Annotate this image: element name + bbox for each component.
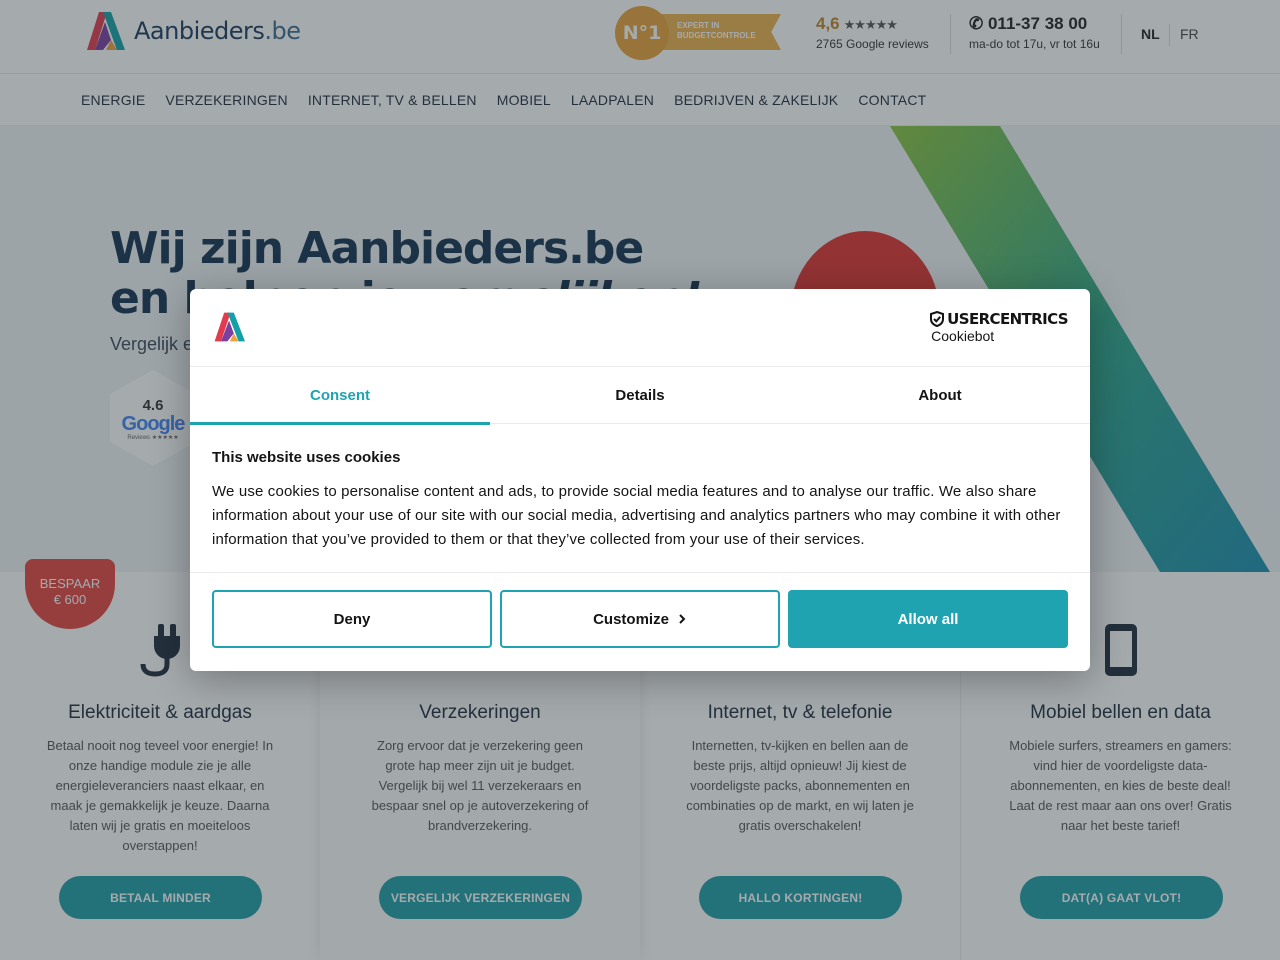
tab-about[interactable]: About xyxy=(790,367,1090,424)
deny-button[interactable]: Deny xyxy=(212,590,492,648)
allow-all-button-label: Allow all xyxy=(897,610,959,628)
dialog-actions: Deny Customize Allow all xyxy=(190,572,1090,671)
site-logo-icon xyxy=(214,312,245,342)
dialog-header: USERCENTRICS Cookiebot xyxy=(190,289,1090,367)
allow-all-button[interactable]: Allow all xyxy=(788,590,1068,648)
tab-details[interactable]: Details xyxy=(490,367,790,424)
dialog-description: We use cookies to personalise content an… xyxy=(212,483,1061,548)
customize-button[interactable]: Customize xyxy=(500,590,780,648)
customize-button-label: Customize xyxy=(593,610,669,628)
cookiebot-label: Cookiebot xyxy=(931,328,995,344)
usercentrics-label: USERCENTRICS xyxy=(947,310,1068,328)
usercentrics-cookiebot-logo[interactable]: USERCENTRICS Cookiebot xyxy=(930,310,1069,344)
dialog-tabs: Consent Details About xyxy=(190,367,1090,425)
cookie-consent-dialog: USERCENTRICS Cookiebot Consent Details A… xyxy=(190,289,1090,671)
shield-check-icon xyxy=(930,311,945,327)
tab-consent[interactable]: Consent xyxy=(190,367,490,425)
dialog-title: This website uses cookies xyxy=(212,449,401,466)
dialog-body: This website uses cookies We use cookies… xyxy=(212,449,1068,552)
deny-button-label: Deny xyxy=(333,610,371,628)
chevron-right-icon xyxy=(679,614,686,624)
